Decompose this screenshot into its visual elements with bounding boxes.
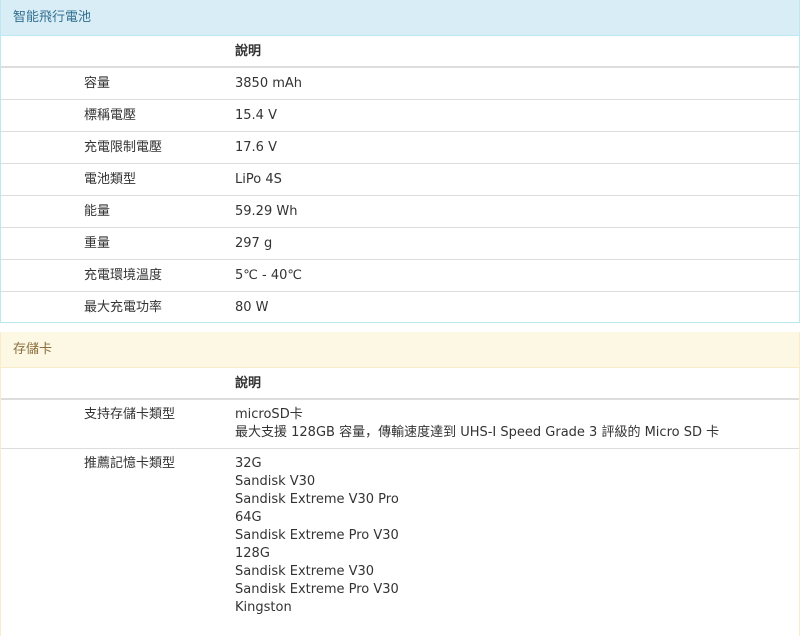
battery-panel-title: 智能飛行電池 (1, 0, 799, 36)
spec-value: microSD卡 最大支援 128GB 容量，傳輸速度達到 UHS-I Spee… (235, 406, 799, 442)
header-label-cell (1, 368, 235, 398)
spec-label: 能量 (84, 204, 111, 219)
battery-spec-table: 說明 容量 3850 mAh 標稱電壓 15.4 V 充電限制電壓 17.6 V… (1, 36, 799, 324)
value-line: Sandisk Extreme Pro V30 (235, 582, 399, 597)
header-description: 說明 (235, 44, 262, 59)
header-description: 說明 (235, 376, 262, 391)
spec-value: 59.29 Wh (235, 204, 298, 219)
table-row: 標稱電壓 15.4 V (1, 100, 799, 132)
table-row: 充電環境溫度 5℃ - 40℃ (1, 260, 799, 292)
table-header-row: 說明 (1, 368, 799, 400)
value-line: microSD卡 (235, 407, 303, 422)
value-line: Kingston (235, 600, 292, 615)
table-row: 推薦記憶卡類型 32G Sandisk V30 Sandisk Extreme … (1, 449, 799, 623)
spec-value: 32G Sandisk V30 Sandisk Extreme V30 Pro … (235, 455, 799, 617)
table-row: 重量 297 g (1, 228, 799, 260)
storage-panel-title: 存儲卡 (1, 332, 799, 368)
spec-label: 最大充電功率 (84, 300, 163, 315)
value-line: 64G (235, 510, 262, 525)
spec-value: 80 W (235, 300, 269, 315)
value-line: 最大支援 128GB 容量，傳輸速度達到 UHS-I Speed Grade 3… (235, 425, 720, 440)
table-row: 充電限制電壓 17.6 V (1, 132, 799, 164)
spec-value: 15.4 V (235, 108, 277, 123)
value-line: 128G (235, 546, 270, 561)
battery-panel: 智能飛行電池 說明 容量 3850 mAh 標稱電壓 15.4 V 充電限制電壓… (0, 0, 800, 323)
value-line: Sandisk Extreme Pro V30 (235, 528, 399, 543)
spec-value: 297 g (235, 236, 273, 251)
table-row: 能量 59.29 Wh (1, 196, 799, 228)
storage-spec-table: 說明 支持存儲卡類型 microSD卡 最大支援 128GB 容量，傳輸速度達到… (1, 368, 799, 623)
table-header-row: 說明 (1, 36, 799, 68)
spec-label: 支持存儲卡類型 (84, 407, 176, 422)
spec-value: 17.6 V (235, 140, 277, 155)
storage-panel: 存儲卡 說明 支持存儲卡類型 microSD卡 最大支援 128GB 容量，傳輸… (0, 332, 800, 636)
spec-label: 容量 (84, 76, 111, 91)
table-row: 最大充電功率 80 W (1, 292, 799, 324)
spec-label: 充電限制電壓 (84, 140, 163, 155)
value-line: Sandisk V30 (235, 474, 316, 489)
spec-label: 重量 (84, 236, 111, 251)
spec-label: 電池類型 (84, 172, 137, 187)
value-line: Sandisk Extreme V30 (235, 564, 375, 579)
spec-value: 5℃ - 40℃ (235, 268, 302, 283)
table-row: 支持存儲卡類型 microSD卡 最大支援 128GB 容量，傳輸速度達到 UH… (1, 400, 799, 449)
spec-label: 標稱電壓 (84, 108, 137, 123)
spec-value: LiPo 4S (235, 172, 282, 187)
table-row: 容量 3850 mAh (1, 68, 799, 100)
value-line: Sandisk Extreme V30 Pro (235, 492, 399, 507)
table-row: 電池類型 LiPo 4S (1, 164, 799, 196)
spec-value: 3850 mAh (235, 76, 303, 91)
header-label-cell (1, 36, 235, 66)
value-line: 32G (235, 456, 262, 471)
spec-label: 推薦記憶卡類型 (84, 456, 176, 471)
spec-label: 充電環境溫度 (84, 268, 163, 283)
